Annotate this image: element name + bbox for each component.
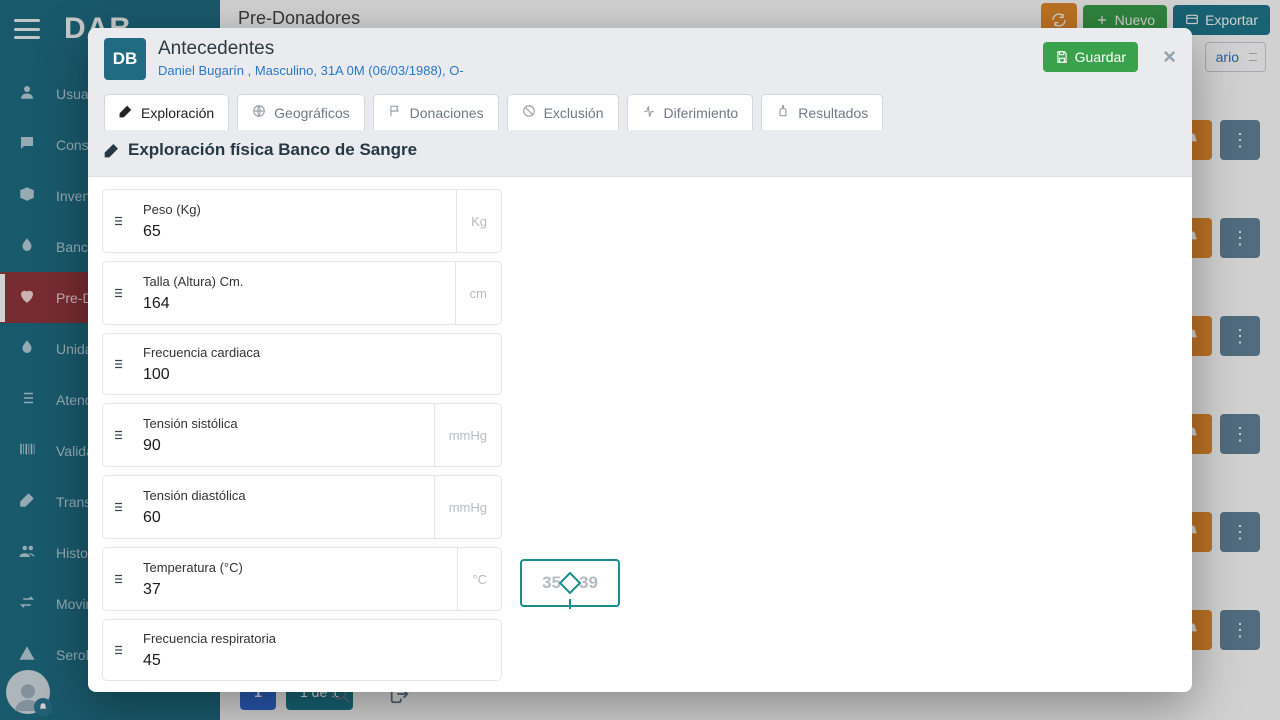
field-row-1[interactable]: Talla (Altura) Cm. 164 cm	[102, 261, 502, 325]
list-icon	[103, 500, 133, 514]
save-button-label: Guardar	[1075, 49, 1126, 65]
tab-exclusión[interactable]: Exclusión	[507, 94, 619, 130]
field-unit: cm	[455, 262, 501, 324]
save-button[interactable]: Guardar	[1043, 42, 1138, 72]
field-label: Tensión diastólica	[143, 488, 424, 503]
modal-title: Antecedentes	[158, 38, 464, 60]
field-value[interactable]: 100	[143, 366, 491, 384]
patient-info[interactable]: Daniel Bugarín , Masculino, 31A 0M (06/0…	[158, 63, 464, 78]
range-indicator: 3539	[520, 559, 620, 607]
modal-body[interactable]: Peso (Kg) 65 Kg Talla (Altura) Cm. 164 cm Frec…	[88, 176, 1192, 692]
tab-exploración[interactable]: Exploración	[104, 94, 229, 130]
field-value[interactable]: 37	[143, 581, 447, 599]
field-label: Frecuencia respiratoria	[143, 631, 491, 646]
field-row-0[interactable]: Peso (Kg) 65 Kg	[102, 189, 502, 253]
list-icon	[103, 357, 133, 371]
tab-geográficos[interactable]: Geográficos	[237, 94, 364, 130]
tab-donaciones[interactable]: Donaciones	[373, 94, 499, 130]
field-unit: mmHg	[434, 476, 501, 538]
field-value[interactable]: 90	[143, 437, 424, 455]
patient-avatar: DB	[104, 38, 146, 80]
field-row-4[interactable]: Tensión diastólica 60 mmHg	[102, 475, 502, 539]
tab-resultados[interactable]: Resultados	[761, 94, 883, 130]
globe-icon	[252, 104, 266, 121]
range-hi: 39	[579, 573, 598, 593]
field-label: Peso (Kg)	[143, 202, 446, 217]
tab-label: Exploración	[141, 105, 214, 121]
field-value[interactable]: 60	[143, 509, 424, 527]
field-row-5[interactable]: Temperatura (°C) 37 °C	[102, 547, 502, 611]
field-value[interactable]: 164	[143, 295, 445, 313]
tab-diferimiento[interactable]: Diferimiento	[627, 94, 754, 130]
tab-label: Geográficos	[274, 105, 349, 121]
field-label: Frecuencia cardiaca	[143, 345, 491, 360]
ban-icon	[522, 104, 536, 121]
field-label: Tensión sistólica	[143, 416, 424, 431]
field-row-3[interactable]: Tensión sistólica 90 mmHg	[102, 403, 502, 467]
list-icon	[103, 643, 133, 657]
close-icon[interactable]: ×	[1163, 46, 1176, 68]
flag-icon	[388, 104, 402, 121]
antecedentes-modal: DB Antecedentes Daniel Bugarín , Masculi…	[88, 28, 1192, 692]
range-marker-icon	[559, 572, 582, 595]
heart-icon	[642, 104, 656, 121]
field-unit: °C	[457, 548, 501, 610]
field-label: Temperatura (°C)	[143, 560, 447, 575]
field-unit: Kg	[456, 190, 501, 252]
thumb-icon	[776, 104, 790, 121]
list-icon	[103, 286, 133, 300]
field-row-2[interactable]: Frecuencia cardiaca 100	[102, 333, 502, 395]
tab-label: Donaciones	[410, 105, 484, 121]
field-value[interactable]: 65	[143, 223, 446, 241]
field-row-6[interactable]: Frecuencia respiratoria 45	[102, 619, 502, 681]
field-value[interactable]: 45	[143, 652, 491, 670]
list-icon	[103, 214, 133, 228]
tab-label: Diferimiento	[664, 105, 739, 121]
section-heading: Exploración física Banco de Sangre	[88, 130, 1192, 176]
field-unit: mmHg	[434, 404, 501, 466]
pencil-icon	[119, 104, 133, 121]
tab-label: Resultados	[798, 105, 868, 121]
field-label: Talla (Altura) Cm.	[143, 274, 445, 289]
list-icon	[103, 428, 133, 442]
list-icon	[103, 572, 133, 586]
tab-label: Exclusión	[544, 105, 604, 121]
